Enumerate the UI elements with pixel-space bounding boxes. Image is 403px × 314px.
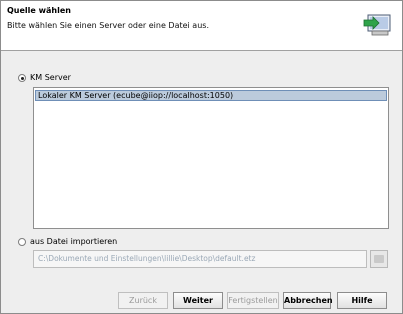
km-server-radio[interactable] <box>18 74 26 82</box>
cancel-button[interactable]: Abbrechen <box>283 292 333 309</box>
file-path-input[interactable]: C:\Dokumente und Einstellungen\lillie\De… <box>33 250 367 268</box>
folder-icon <box>374 255 384 263</box>
server-list-item[interactable]: Lokaler KM Server (ecube@iiop://localhos… <box>35 90 387 101</box>
km-server-label: KM Server <box>30 73 71 82</box>
dialog-subtitle: Bitte wählen Sie einen Server oder eine … <box>7 21 209 30</box>
server-list[interactable]: Lokaler KM Server (ecube@iiop://localhos… <box>33 87 389 229</box>
dialog-header: Quelle wählen Bitte wählen Sie einen Ser… <box>1 1 402 51</box>
dialog-window: Quelle wählen Bitte wählen Sie einen Ser… <box>0 0 403 314</box>
monitor-import-icon <box>363 14 391 36</box>
next-button[interactable]: Weiter <box>173 292 223 309</box>
import-file-radio[interactable] <box>18 238 26 246</box>
dialog-title: Quelle wählen <box>7 6 71 15</box>
back-button[interactable]: Zurück <box>118 292 168 309</box>
browse-button[interactable] <box>370 250 388 268</box>
help-button[interactable]: Hilfe <box>337 292 387 309</box>
import-file-label: aus Datei importieren <box>30 237 118 246</box>
finish-button[interactable]: Fertigstellen <box>227 292 279 309</box>
